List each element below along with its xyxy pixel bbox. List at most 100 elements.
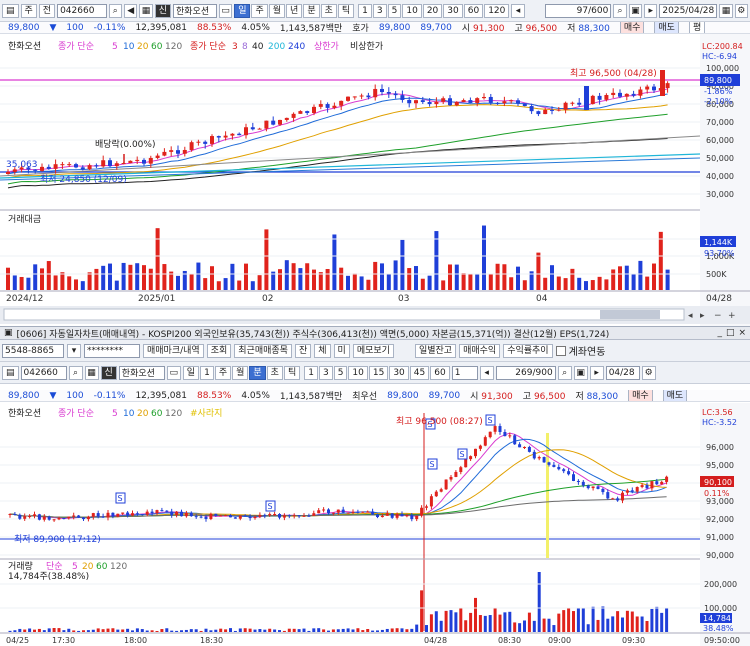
- candle: [461, 100, 466, 102]
- fill-button[interactable]: 체: [314, 343, 331, 358]
- stock-name: 한화오션: [172, 3, 217, 18]
- next-icon[interactable]: ▸: [644, 3, 658, 18]
- b-candle: [150, 511, 154, 514]
- grid-icon[interactable]: ▦: [139, 3, 153, 18]
- password-input[interactable]: ********: [84, 343, 140, 358]
- b-period-tab-4[interactable]: 분: [249, 365, 266, 380]
- buy-button[interactable]: 매수: [619, 22, 645, 33]
- lookup-icon[interactable]: ⌕: [613, 3, 627, 18]
- b-interval-button-6[interactable]: 45: [409, 365, 430, 380]
- bottom-stock-list-icon[interactable]: ▭: [166, 365, 181, 380]
- scroll-left-button[interactable]: ◂: [688, 311, 693, 321]
- interval-button-4[interactable]: 20: [422, 3, 443, 18]
- period-tab-2[interactable]: 월: [268, 3, 286, 18]
- period-tab-5[interactable]: 초: [320, 3, 337, 18]
- b-candle: [513, 435, 517, 445]
- bottom-code-input[interactable]: 042660: [20, 365, 67, 380]
- data-count[interactable]: 97/600: [544, 3, 612, 18]
- period-tab-6[interactable]: 틱: [337, 3, 355, 18]
- daily-balance-button[interactable]: 일별잔고: [414, 343, 457, 358]
- bottom-date-input[interactable]: 04/28: [605, 365, 640, 380]
- scrollbar-track[interactable]: [3, 308, 685, 321]
- zoom-out-button[interactable]: −: [714, 311, 722, 321]
- bottom-lookup-icon[interactable]: ⌕: [557, 365, 572, 380]
- bottom-grid-icon[interactable]: ▦: [84, 365, 99, 380]
- b-period-tab-0[interactable]: 일: [182, 365, 200, 380]
- b-buy-button[interactable]: 매수: [628, 390, 653, 401]
- interval-button-0[interactable]: 1: [358, 3, 372, 18]
- memo-button[interactable]: 메모보기: [352, 343, 394, 358]
- maximize-icon[interactable]: □: [726, 328, 735, 338]
- interval-button-1[interactable]: 3: [372, 3, 387, 18]
- trade-mark-button[interactable]: 매매마크/내역: [143, 343, 204, 358]
- b-period-tab-2[interactable]: 주: [214, 365, 232, 380]
- period-tab-0[interactable]: 일: [234, 3, 251, 18]
- b-interval-button-3[interactable]: 10: [348, 365, 368, 380]
- b-interval-button-4[interactable]: 15: [368, 365, 389, 380]
- period-tab-4[interactable]: 분: [303, 3, 320, 18]
- minimize-icon[interactable]: _: [717, 328, 722, 338]
- b-period-tab-6[interactable]: 틱: [283, 365, 301, 380]
- minute-chart[interactable]: SSSSSS 한화오션 종가 단순 5 10 20 60 120 #사라지 최고…: [0, 403, 750, 646]
- account-input[interactable]: 5548-8865: [2, 343, 64, 358]
- b-interval-button-5[interactable]: 30: [389, 365, 409, 380]
- b-period-tab-3[interactable]: 월: [232, 365, 249, 380]
- market-select[interactable]: 주: [20, 3, 37, 18]
- b-interval-button-1[interactable]: 3: [318, 365, 333, 380]
- settings-icon[interactable]: ⚙: [734, 3, 748, 18]
- b-sell-button[interactable]: 매도: [662, 390, 688, 401]
- period-tab-1[interactable]: 주: [251, 3, 268, 18]
- bid-price: 89,800: [378, 22, 411, 33]
- b-volume-bar: [199, 630, 203, 632]
- bottom-stock-name: 한화오션: [118, 365, 165, 380]
- bottom-save-chart-icon[interactable]: ▣: [573, 365, 588, 380]
- account-dropdown-icon[interactable]: ▾: [67, 343, 81, 358]
- save-icon[interactable]: ▤: [2, 3, 19, 18]
- interval-button-2[interactable]: 5: [387, 3, 402, 18]
- interval-button-3[interactable]: 10: [402, 3, 422, 18]
- return-trend-button[interactable]: 수익률추이: [503, 343, 553, 358]
- bottom-next-icon[interactable]: ▸: [589, 365, 604, 380]
- b-period-tab-1[interactable]: 1: [200, 365, 214, 380]
- b-interval-button-2[interactable]: 5: [333, 365, 348, 380]
- bottom-data-count[interactable]: 269/900: [495, 365, 556, 380]
- b-price-tick: 90,000: [706, 551, 734, 560]
- b-high-label: 고: [522, 392, 532, 402]
- scroll-left-icon[interactable]: ◂: [511, 3, 525, 18]
- recent-items-button[interactable]: 최근매매종목: [234, 343, 292, 358]
- search-icon[interactable]: ⌕: [108, 3, 122, 18]
- stock-list-icon[interactable]: ▭: [218, 3, 233, 18]
- candle: [468, 100, 473, 103]
- account-link-checkbox[interactable]: [555, 345, 566, 356]
- candle: [108, 160, 112, 167]
- bottom-interval-select[interactable]: 1: [451, 365, 478, 380]
- daily-chart[interactable]: 한화오션 종가 단순 5 10 20 60 120 종가 단순 3 8 40 2…: [0, 34, 750, 326]
- date-input[interactable]: 2025/04/28: [659, 3, 718, 18]
- b-period-tab-5[interactable]: 초: [266, 365, 283, 380]
- interval-button-6[interactable]: 60: [463, 3, 484, 18]
- bottom-settings-icon[interactable]: ⚙: [641, 365, 656, 380]
- sell-button[interactable]: 매도: [654, 22, 679, 33]
- balance-button[interactable]: 잔: [294, 343, 312, 358]
- period-tab-3[interactable]: 년: [286, 3, 303, 18]
- b-interval-button-7[interactable]: 60: [430, 365, 450, 380]
- unfilled-button[interactable]: 미: [333, 343, 350, 358]
- eval-button[interactable]: 평: [688, 22, 706, 33]
- trade-profit-button[interactable]: 매매수익: [459, 343, 501, 358]
- type-select[interactable]: 전: [38, 3, 56, 18]
- stock-code-input[interactable]: 042660: [57, 3, 107, 18]
- save-chart-icon[interactable]: ▣: [628, 3, 643, 18]
- zoom-in-button[interactable]: +: [728, 311, 736, 321]
- b-interval-button-0[interactable]: 1: [304, 365, 318, 380]
- bottom-scroll-left-icon[interactable]: ◂: [479, 365, 494, 380]
- interval-button-5[interactable]: 30: [443, 3, 463, 18]
- close-icon[interactable]: ×: [738, 328, 746, 338]
- scrollbar-thumb[interactable]: [600, 310, 660, 319]
- query-button[interactable]: 조회: [206, 343, 232, 358]
- bottom-save-icon[interactable]: ▤: [2, 365, 19, 380]
- calendar-icon[interactable]: ▦: [719, 3, 733, 18]
- sound-icon[interactable]: ◀: [123, 3, 138, 18]
- bottom-search-icon[interactable]: ⌕: [68, 365, 83, 380]
- interval-button-7[interactable]: 120: [484, 3, 510, 18]
- scroll-right-button[interactable]: ▸: [700, 311, 705, 321]
